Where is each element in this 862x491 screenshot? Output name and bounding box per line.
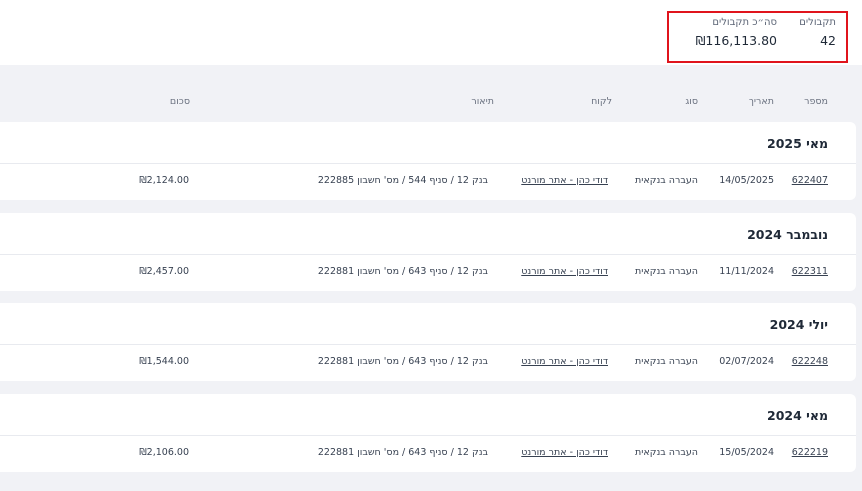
- receipt-type: העברה בנקאית: [635, 266, 698, 277]
- receipt-type: העברה בנקאית: [635, 447, 698, 458]
- receipt-type: העברה בנקאית: [635, 175, 698, 186]
- receipts-count-value: 42: [820, 33, 836, 48]
- receipt-number-link[interactable]: 622311: [792, 266, 828, 277]
- receipts-count: תקבולים 42: [799, 17, 836, 48]
- column-header-number[interactable]: מספר: [804, 96, 828, 107]
- receipt-type: העברה בנקאית: [635, 356, 698, 367]
- column-header-type[interactable]: סוג: [685, 96, 698, 107]
- receipts-total-value: ₪116,113.80: [695, 33, 777, 48]
- receipt-date: 14/05/2025: [719, 175, 774, 186]
- table-header: מספר תאריך סוג לקוח תיאור סכום: [0, 96, 862, 114]
- receipt-number-link[interactable]: 622219: [792, 447, 828, 458]
- receipt-amount: ₪2,124.00: [139, 175, 189, 186]
- receipt-amount: ₪2,106.00: [139, 447, 189, 458]
- receipt-date: 02/07/2024: [719, 356, 774, 367]
- receipt-date: 11/11/2024: [719, 266, 774, 277]
- receipts-summary: תקבולים 42 סה״כ תקבולים ₪116,113.80: [667, 11, 848, 63]
- month-group-title: נובמבר 2024: [747, 227, 828, 242]
- divider: [0, 163, 856, 164]
- column-header-date[interactable]: תאריך: [749, 96, 774, 107]
- column-header-client[interactable]: לקוח: [591, 96, 612, 107]
- receipt-description: בנק 12 / סניף 643 / מס' חשבון 222881: [317, 447, 488, 458]
- client-link[interactable]: דודי כהן - אתר מורנט: [521, 175, 608, 186]
- month-group-title: מאי 2025: [767, 136, 828, 151]
- column-header-amount[interactable]: סכום: [170, 96, 190, 107]
- receipt-number-link[interactable]: 622407: [792, 175, 828, 186]
- month-group-title: יולי 2024: [769, 317, 828, 332]
- receipt-description: בנק 12 / סניף 643 / מס' חשבון 222881: [317, 266, 488, 277]
- month-group: נובמבר 2024 622311 11/11/2024 העברה בנקא…: [0, 213, 856, 291]
- client-link[interactable]: דודי כהן - אתר מורנט: [521, 266, 608, 277]
- receipt-amount: ₪1,544.00: [139, 356, 189, 367]
- column-header-description[interactable]: תיאור: [471, 96, 494, 107]
- receipt-description: בנק 12 / סניף 544 / מס' חשבון 222885: [317, 175, 488, 186]
- month-group-title: מאי 2024: [767, 408, 828, 423]
- divider: [0, 344, 856, 345]
- receipt-description: בנק 12 / סניף 643 / מס' חשבון 222881: [317, 356, 488, 367]
- divider: [0, 254, 856, 255]
- receipts-total-label: סה״כ תקבולים: [712, 17, 777, 28]
- client-link[interactable]: דודי כהן - אתר מורנט: [521, 447, 608, 458]
- receipts-count-label: תקבולים: [799, 17, 836, 28]
- month-group: יולי 2024 622248 02/07/2024 העברה בנקאית…: [0, 303, 856, 381]
- divider: [0, 435, 856, 436]
- receipt-date: 15/05/2024: [719, 447, 774, 458]
- receipts-total: סה״כ תקבולים ₪116,113.80: [696, 17, 777, 48]
- month-group: מאי 2024 622219 15/05/2024 העברה בנקאית …: [0, 394, 856, 472]
- month-group: מאי 2025 622407 14/05/2025 העברה בנקאית …: [0, 122, 856, 200]
- client-link[interactable]: דודי כהן - אתר מורנט: [521, 356, 608, 367]
- receipt-number-link[interactable]: 622248: [792, 356, 828, 367]
- receipt-amount: ₪2,457.00: [139, 266, 189, 277]
